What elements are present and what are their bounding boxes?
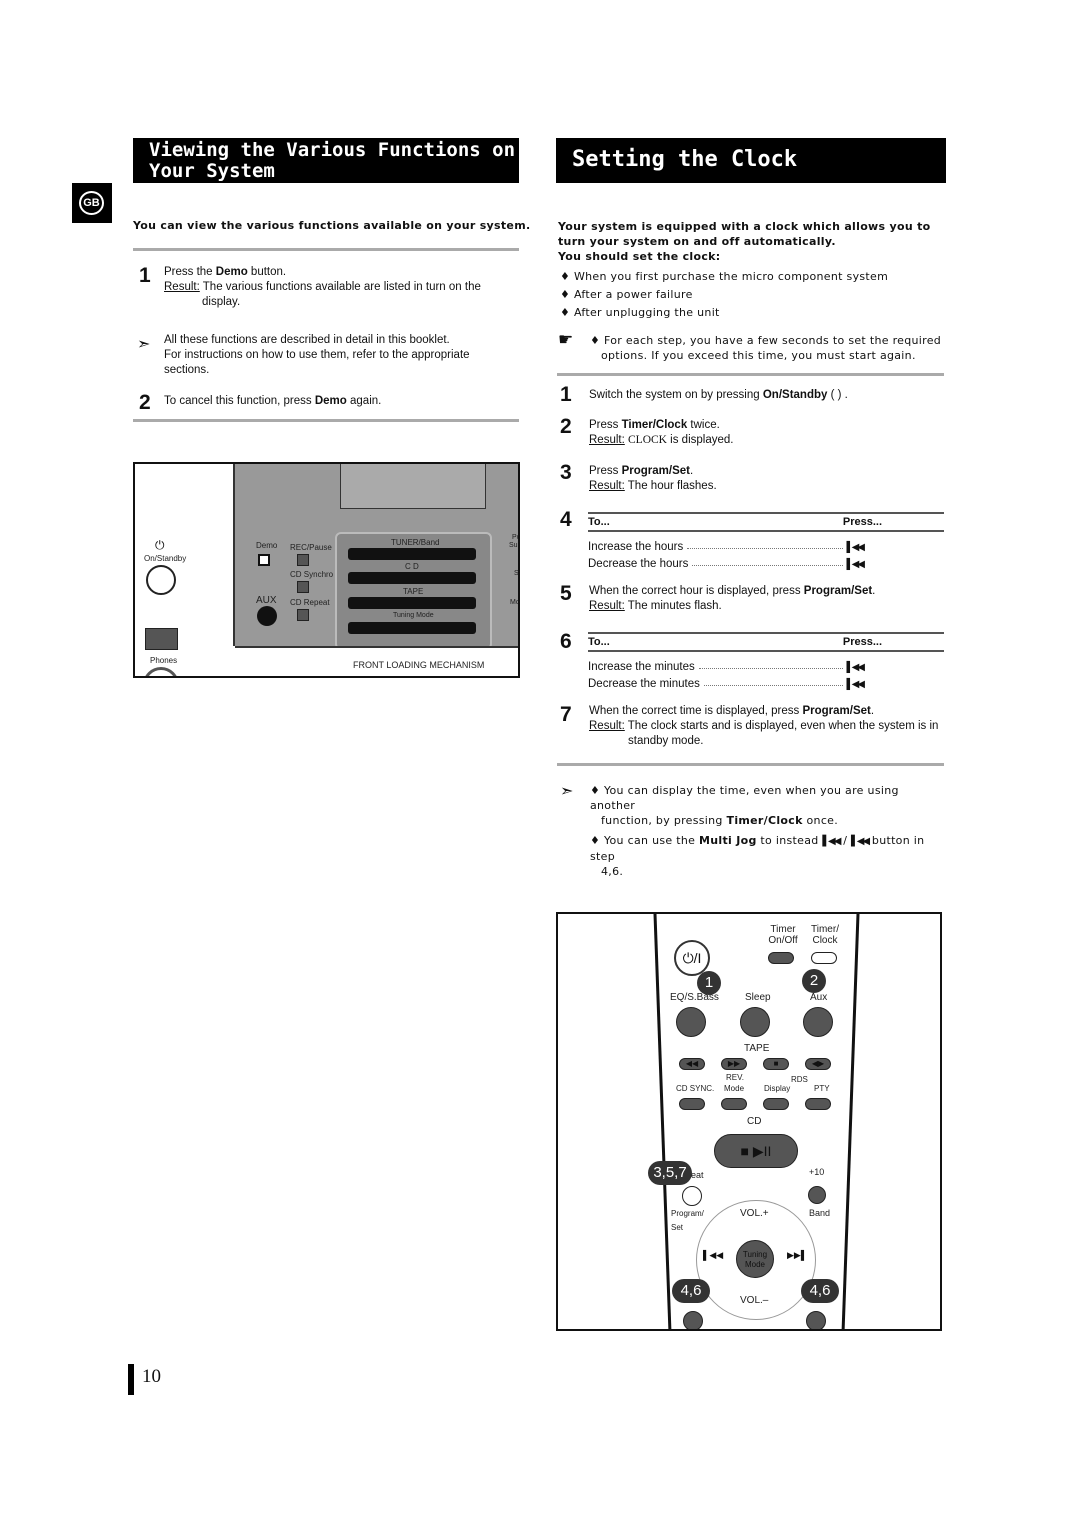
step-number: 1 [560, 383, 572, 406]
minutes-table: To... Press... Increase the minutes ▌◀◀ De… [588, 632, 944, 690]
tuning-mode-button[interactable] [348, 622, 476, 634]
step-number: 5 [560, 582, 572, 605]
step-2: Press Timer/Clock twice. Result: CLOCK i… [589, 419, 734, 446]
aux-button[interactable] [803, 1007, 833, 1037]
note-arrow-icon: ➣ [560, 783, 574, 800]
conditions-list: ♦ When you first purchase the micro comp… [560, 268, 888, 322]
demo-button[interactable] [258, 554, 270, 566]
note-arrow-icon: ➣ [137, 336, 151, 353]
divider [557, 763, 944, 766]
right-section-title: Setting the Clock [556, 138, 946, 183]
on-standby-button[interactable] [146, 565, 176, 595]
skip-back-icon: ▌◀◀ [846, 542, 866, 553]
program-set-button[interactable] [682, 1186, 702, 1206]
list-item: ♦ When you first purchase the micro comp… [560, 270, 889, 283]
pointing-hand-icon: ☛ [558, 330, 574, 349]
rev-mode-button[interactable] [721, 1098, 747, 1110]
cd-synchro-button[interactable] [297, 581, 309, 593]
tuner-band-button[interactable] [348, 548, 476, 560]
remote-bottom-right-button[interactable] [806, 1311, 826, 1329]
edge-label-mo: Mo [510, 599, 520, 606]
sleep-button[interactable] [740, 1007, 770, 1037]
divider [557, 373, 944, 376]
language-badge: GB [72, 183, 112, 223]
edge-label-po: Po [512, 534, 520, 541]
page-number-bar [128, 1364, 134, 1395]
tape-button[interactable] [348, 597, 476, 609]
left-step2: To cancel this function, press Demo agai… [164, 395, 382, 407]
remote-bottom-left-button[interactable] [683, 1311, 703, 1329]
step-7: When the correct time is displayed, pres… [589, 705, 939, 747]
step-number: 1 [139, 264, 151, 287]
step-number: 3 [560, 461, 572, 484]
tape-stop-button[interactable]: ■ [763, 1058, 789, 1070]
page-number: 10 [142, 1366, 161, 1387]
tape-play-button[interactable]: ◀▶ [805, 1058, 831, 1070]
device-front-panel-illustration: FRONT LOADING MECHANISM ⏻ On/Standby Pho… [133, 462, 520, 678]
phones-jack [143, 667, 179, 676]
skip-back-icon[interactable]: ▌◀◀ [703, 1250, 723, 1261]
cd-play-button[interactable] [348, 572, 476, 584]
timer-clock-button[interactable] [811, 952, 837, 964]
left-step1: Press the Demo button. Result: The vario… [164, 266, 481, 308]
step-number: 7 [560, 703, 572, 726]
step-3: Press Program/Set. Result: The hour flas… [589, 465, 717, 492]
cd-sync-button[interactable] [679, 1098, 705, 1110]
skip-forward-icon[interactable]: ▶▶▌ [787, 1250, 807, 1261]
tip-note: ♦ For each step, you have a few seconds … [590, 334, 942, 362]
list-item: ♦ After unplugging the unit [560, 306, 720, 319]
band-button[interactable] [808, 1186, 826, 1204]
table-row: Increase the minutes ▌◀◀ [588, 661, 866, 673]
left-note: All these functions are described in det… [164, 334, 470, 376]
eq-sbass-button[interactable] [676, 1007, 706, 1037]
bottom-notes: ♦ You can display the time, even when yo… [590, 784, 925, 878]
table-row: Increase the hours ▌◀◀ [588, 541, 866, 553]
skip-back-icon: ▌◀◀ [846, 559, 866, 570]
skip-back-icon: ▌◀◀ [846, 662, 866, 673]
left-section-title: Viewing the Various Functions on Your Sys… [133, 138, 519, 183]
edge-label-sur: Sur [509, 542, 520, 549]
table-row: Decrease the minutes ▌◀◀ [588, 678, 866, 690]
step-number: 2 [139, 391, 151, 414]
table-row: Decrease the hours ▌◀◀ [588, 558, 866, 570]
tuning-mode-button[interactable]: Tuning Mode [736, 1240, 774, 1278]
rds-display-button[interactable] [763, 1098, 789, 1110]
left-intro: You can view the various functions avail… [133, 219, 531, 232]
aux-button[interactable] [257, 606, 277, 626]
rds-pty-button[interactable] [805, 1098, 831, 1110]
step-number: 2 [560, 415, 572, 438]
divider [133, 248, 519, 251]
remote-control-illustration: Timer On/Off Timer/ Clock ⏻/I 1 2 EQ/S.B… [556, 912, 942, 1331]
cd-repeat-button[interactable] [297, 609, 309, 621]
step-5: When the correct hour is displayed, pres… [589, 585, 876, 612]
skip-back-icon: ▌◀◀ [846, 679, 866, 690]
cd-stop-play-button[interactable]: ■ ▶II [714, 1134, 798, 1168]
edge-label-sl: Sl [514, 570, 520, 577]
phones-button[interactable] [145, 628, 178, 650]
list-item: ♦ After a power failure [560, 288, 693, 301]
power-icon: ⏻ [155, 538, 165, 552]
timer-onoff-button[interactable] [768, 952, 794, 964]
hours-table: To... Press... Increase the hours ▌◀◀ Decr… [588, 512, 944, 570]
step-1: Switch the system on by pressing On/Stan… [589, 389, 848, 401]
tape-ff-button[interactable]: ▶▶ [721, 1058, 747, 1070]
divider [133, 419, 519, 422]
step-number: 4 [560, 508, 572, 531]
right-intro: Your system is equipped with a clock whi… [558, 220, 931, 263]
front-loading-label: FRONT LOADING MECHANISM [353, 660, 485, 670]
step-number: 6 [560, 630, 572, 653]
tape-rewind-button[interactable]: ◀◀ [679, 1058, 705, 1070]
rec-pause-button[interactable] [297, 554, 309, 566]
